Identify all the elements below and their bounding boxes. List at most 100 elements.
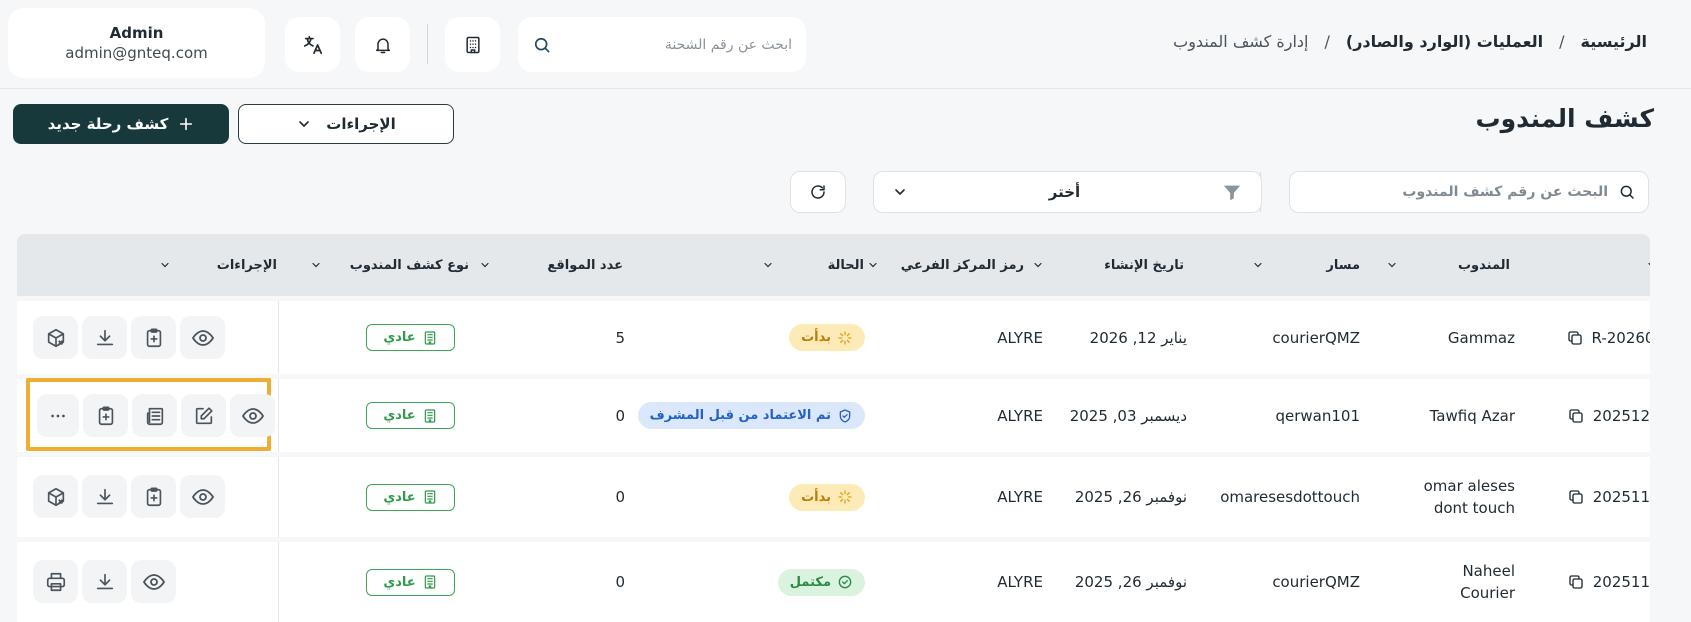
row-branch: ALYRE bbox=[997, 488, 1043, 506]
chevron-down-icon bbox=[310, 259, 322, 271]
type-badge: عادي bbox=[366, 324, 455, 351]
column-branch-label: رمز المركز الفرعي bbox=[900, 257, 1024, 273]
type-badge: عادي bbox=[366, 568, 455, 596]
download-button[interactable] bbox=[82, 560, 127, 603]
cancel-package-button[interactable] bbox=[33, 475, 78, 518]
row-courier: Naheel Courier bbox=[1460, 542, 1515, 622]
download-button[interactable] bbox=[82, 475, 127, 518]
search-icon bbox=[1618, 183, 1636, 201]
row-type: عادي bbox=[366, 542, 455, 622]
table-row[interactable]: 202512 Tawfiq Azar qerwan101 ديسمبر 03, … bbox=[17, 378, 1650, 452]
download-button[interactable] bbox=[82, 316, 127, 359]
shipment-search[interactable] bbox=[518, 17, 806, 72]
chevron-down-icon bbox=[1032, 259, 1044, 271]
sheet-search[interactable] bbox=[1289, 171, 1649, 213]
bell-icon bbox=[373, 35, 393, 55]
type-badge: عادي bbox=[366, 483, 455, 511]
eye-icon bbox=[191, 485, 215, 509]
actions-divider bbox=[278, 379, 279, 452]
column-status[interactable]: الحالة bbox=[762, 234, 864, 296]
check-circle-icon bbox=[837, 574, 853, 590]
clipboard-add-button[interactable] bbox=[83, 394, 128, 437]
column-courier[interactable]: المندوب bbox=[1386, 234, 1510, 296]
refresh-button[interactable] bbox=[790, 171, 846, 213]
column-route[interactable]: مسار bbox=[1252, 234, 1360, 296]
column-created[interactable]: تاريخ الإنشاء bbox=[1032, 234, 1184, 296]
filter-select[interactable]: أختر bbox=[873, 171, 1262, 213]
loader-icon bbox=[837, 330, 853, 346]
row-created: يناير 12, 2026 bbox=[1089, 328, 1187, 347]
more-button[interactable] bbox=[37, 394, 79, 437]
status-text: بدأت bbox=[801, 489, 831, 505]
table-row[interactable]: R-202601 Gammaz courierQMZ يناير 12, 202… bbox=[17, 301, 1650, 374]
column-id-sort[interactable] bbox=[1646, 234, 1650, 296]
copy-icon[interactable] bbox=[1567, 573, 1585, 591]
row-branch: ALYRE bbox=[997, 406, 1043, 425]
clipboard-plus-icon bbox=[95, 405, 117, 427]
copy-icon[interactable] bbox=[1567, 407, 1585, 425]
view-button[interactable] bbox=[180, 475, 225, 518]
row-id-text[interactable]: 202512 bbox=[1593, 407, 1650, 425]
shipment-search-input[interactable] bbox=[564, 36, 792, 53]
print-button[interactable] bbox=[33, 560, 78, 603]
translate-icon bbox=[302, 34, 324, 56]
row-branch: ALYRE bbox=[997, 573, 1043, 591]
sheet-icon bbox=[422, 574, 438, 590]
row-status: بدأت bbox=[789, 301, 865, 374]
row-status: مكتمل bbox=[777, 542, 865, 622]
language-button[interactable] bbox=[285, 17, 340, 72]
search-icon bbox=[532, 35, 552, 55]
notifications-button[interactable] bbox=[355, 17, 410, 72]
row-id-text[interactable]: 202511 bbox=[1593, 488, 1650, 506]
view-button[interactable] bbox=[230, 394, 275, 437]
branch-button[interactable] bbox=[445, 17, 500, 72]
breadcrumb-section[interactable]: العمليات (الوارد والصادر) bbox=[1346, 32, 1543, 51]
breadcrumb-home[interactable]: الرئيسية bbox=[1581, 32, 1648, 51]
column-stops[interactable]: عدد المواقع bbox=[479, 234, 623, 296]
copy-icon[interactable] bbox=[1566, 329, 1584, 347]
row-id-text[interactable]: 202511 bbox=[1593, 573, 1650, 591]
cancel-package-button[interactable] bbox=[33, 316, 78, 359]
row-stops: 0 bbox=[615, 488, 625, 506]
bulk-actions-dropdown[interactable]: الإجراءات bbox=[238, 104, 454, 144]
table-row[interactable]: 202511 Naheel Courier courierQMZ نوفمبر … bbox=[17, 542, 1650, 622]
row-status: بدأت bbox=[789, 457, 865, 537]
clipboard-add-button[interactable] bbox=[131, 475, 176, 518]
copy-icon[interactable] bbox=[1567, 488, 1585, 506]
column-actions[interactable]: الإجراءات bbox=[159, 234, 277, 296]
view-button[interactable] bbox=[180, 316, 225, 359]
sheet-search-input[interactable] bbox=[1302, 184, 1608, 200]
plus-icon bbox=[178, 116, 194, 132]
status-badge: تم الاعتماد من قبل المشرف bbox=[637, 402, 865, 429]
status-badge: بدأت bbox=[789, 483, 865, 511]
user-card[interactable]: Admin admin@gnteq.com bbox=[8, 8, 265, 78]
courier-name: omar aleses dont touch bbox=[1424, 475, 1515, 519]
edit-button[interactable] bbox=[181, 394, 226, 437]
chevron-down-icon bbox=[892, 184, 908, 200]
trip-sheets-table: المندوب مسار تاريخ الإنشاء رمز المركز ال… bbox=[17, 234, 1650, 622]
type-text: عادي bbox=[383, 489, 416, 505]
view-button[interactable] bbox=[131, 560, 176, 603]
report-button[interactable] bbox=[132, 394, 177, 437]
chevron-down-icon bbox=[159, 259, 171, 271]
column-status-label: الحالة bbox=[827, 257, 864, 273]
new-trip-sheet-button[interactable]: كشف رحلة جديد bbox=[13, 104, 229, 144]
courier-name-line: dont touch bbox=[1433, 499, 1515, 517]
column-created-label: تاريخ الإنشاء bbox=[1104, 257, 1184, 273]
chevron-down-icon bbox=[1646, 259, 1650, 271]
column-branch[interactable]: رمز المركز الفرعي bbox=[867, 234, 1024, 296]
status-badge: مكتمل bbox=[777, 568, 865, 596]
package-x-icon bbox=[45, 327, 67, 349]
clipboard-plus-icon bbox=[143, 486, 165, 508]
breadcrumb-separator: / bbox=[1559, 32, 1565, 51]
row-id-text[interactable]: R-202601 bbox=[1592, 329, 1651, 347]
sheet-icon bbox=[422, 330, 438, 346]
clipboard-add-button[interactable] bbox=[131, 316, 176, 359]
sheet-icon bbox=[422, 489, 438, 505]
row-stops: 0 bbox=[615, 406, 625, 425]
status-text: مكتمل bbox=[789, 574, 831, 590]
column-type[interactable]: نوع كشف المندوب bbox=[310, 234, 469, 296]
printer-icon bbox=[45, 571, 67, 593]
row-branch: ALYRE bbox=[997, 328, 1043, 347]
table-row[interactable]: 202511 omar aleses dont touch omaresesdo… bbox=[17, 457, 1650, 537]
